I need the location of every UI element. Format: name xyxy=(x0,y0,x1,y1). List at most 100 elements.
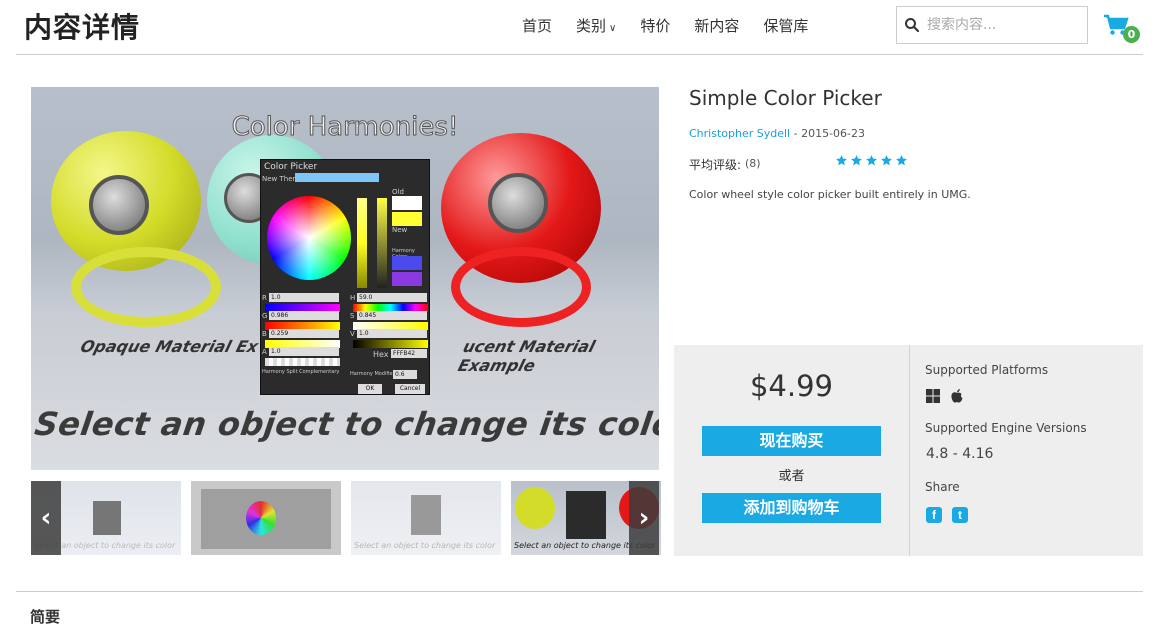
add-to-cart-button[interactable]: 添加到购物车 xyxy=(702,493,881,523)
purchase-box: $4.99 现在购买 或者 添加到购物车 Supported Platforms… xyxy=(674,345,1143,556)
star-icon xyxy=(836,155,847,166)
nav-item-label: 首页 xyxy=(522,17,553,35)
nav-item-label: 保管库 xyxy=(763,17,809,35)
next-thumb-button[interactable]: › xyxy=(629,481,659,555)
platform-icons xyxy=(925,388,965,408)
v-label: V xyxy=(350,330,355,338)
buy-now-button[interactable]: 现在购买 xyxy=(702,426,881,456)
v-field: 1.0 xyxy=(357,329,427,338)
nav-item-vault[interactable]: 保管库 xyxy=(751,15,820,36)
star-icon xyxy=(881,155,892,166)
sphere-logo xyxy=(488,173,548,233)
a-label: A xyxy=(262,348,267,356)
nav-item-sale[interactable]: 特价 xyxy=(628,15,682,36)
nav-item-home[interactable]: 首页 xyxy=(510,15,564,36)
s-label: S xyxy=(350,312,355,320)
color-picker-panel: Color Picker New Theme Old New Harmony C… xyxy=(260,159,430,395)
facebook-icon[interactable]: f xyxy=(926,507,942,523)
hero-caption: Color Harmonies! xyxy=(231,112,459,143)
platforms-heading: Supported Platforms xyxy=(925,363,1049,377)
search-input[interactable] xyxy=(927,17,1077,33)
new-color-swatch xyxy=(392,212,422,226)
saturation-bar xyxy=(357,198,367,288)
picker-cancel-button: Cancel xyxy=(395,384,425,394)
thumb-picker xyxy=(93,501,121,535)
s-field: 0.845 xyxy=(357,311,427,320)
product-title: Simple Color Picker xyxy=(689,86,882,110)
harmony-modifier-label: Harmony Modifier xyxy=(350,371,395,377)
search-icon[interactable] xyxy=(897,17,927,33)
chevron-left-icon: ‹ xyxy=(40,503,52,533)
product-description: Color wheel style color picker built ent… xyxy=(689,188,971,201)
old-label: Old xyxy=(392,188,404,196)
h-label: H xyxy=(350,294,356,302)
price: $4.99 xyxy=(749,369,834,403)
purchase-divider xyxy=(909,345,910,556)
b-label: B xyxy=(262,330,267,338)
search-box xyxy=(896,6,1088,44)
thumb-wheel xyxy=(246,501,276,535)
star-icon xyxy=(896,155,907,166)
rating-count: (8) xyxy=(745,157,761,170)
page-title: 内容详情 xyxy=(24,11,141,44)
thumb-caption: Select an object to change its color xyxy=(354,541,496,550)
prev-thumb-button[interactable]: ‹ xyxy=(31,481,61,555)
label-translucent: ucent Material Example xyxy=(455,337,598,375)
hero-instruction-text: Select an object to change its color . xyxy=(32,405,659,443)
nav-item-label: 类别 xyxy=(576,17,607,35)
nav-item-label: 特价 xyxy=(640,17,671,35)
windows-icon xyxy=(925,388,941,408)
section-title: 简要 xyxy=(30,608,61,626)
red-sphere-base xyxy=(451,247,591,327)
yellow-sphere-base xyxy=(71,247,221,327)
thumb-picker xyxy=(566,491,606,539)
nav-item-categories[interactable]: 类别 ∨ xyxy=(564,15,628,36)
share-heading: Share xyxy=(925,480,960,494)
twitter-icon[interactable]: t xyxy=(952,507,968,523)
harmony-swatch-2 xyxy=(392,272,422,286)
byline-separator: - xyxy=(790,127,802,140)
nav-item-new[interactable]: 新内容 xyxy=(682,15,751,36)
hero-image[interactable]: Color Harmonies! Opaque Material Ex ucen… xyxy=(31,87,659,470)
harmony-swatch-1 xyxy=(392,256,422,270)
thumbnail-2[interactable] xyxy=(191,481,341,555)
release-date: 2015-06-23 xyxy=(801,127,866,140)
top-bar: 内容详情 首页 类别∨ 特价 新内容 保管库 0 xyxy=(0,0,1157,54)
rating-stars xyxy=(835,154,908,167)
cart-button[interactable]: 0 xyxy=(1103,14,1143,44)
or-text: 或者 xyxy=(778,469,805,484)
a-field: 1.0 xyxy=(269,347,339,356)
thumbnail-3[interactable]: Select an object to change its color xyxy=(351,481,501,555)
chevron-right-icon: › xyxy=(638,503,650,533)
author-link[interactable]: Christopher Sydell xyxy=(689,127,790,140)
star-icon xyxy=(851,155,862,166)
old-color-swatch xyxy=(392,196,422,210)
r-field: 1.0 xyxy=(269,293,339,302)
header-divider xyxy=(16,54,1143,55)
section-divider xyxy=(16,591,1143,592)
value-bar xyxy=(377,198,387,288)
thumbnail-strip: Select an object to change its color Sel… xyxy=(31,481,661,555)
hex-label: Hex xyxy=(373,350,389,359)
product-byline: Christopher Sydell - 2015-06-23 xyxy=(689,127,865,140)
modifier-field: 0.6 xyxy=(393,370,417,379)
rating-label: 平均评级: xyxy=(689,158,742,172)
thumb-yellow-sphere xyxy=(515,487,555,529)
star-icon xyxy=(866,155,877,166)
a-slider xyxy=(265,358,340,366)
b-field: 0.259 xyxy=(269,329,339,338)
new-label: New xyxy=(392,226,408,234)
color-wheel xyxy=(267,196,351,280)
hex-field: FFFB42 xyxy=(391,349,427,358)
label-opaque: Opaque Material Ex xyxy=(78,337,261,356)
engine-versions-heading: Supported Engine Versions xyxy=(925,421,1087,435)
v-slider xyxy=(353,340,428,348)
chevron-down-icon: ∨ xyxy=(609,23,617,34)
thumb-picker xyxy=(411,495,441,535)
g-label: G xyxy=(262,312,268,320)
main-nav: 首页 类别 ∨ 特价 新内容 保管库 xyxy=(510,15,820,36)
engine-versions: 4.8 - 4.16 xyxy=(926,446,994,462)
nav-item-label: 新内容 xyxy=(694,17,740,35)
h-field: 59.0 xyxy=(357,293,427,302)
picker-title: Color Picker xyxy=(264,162,318,172)
